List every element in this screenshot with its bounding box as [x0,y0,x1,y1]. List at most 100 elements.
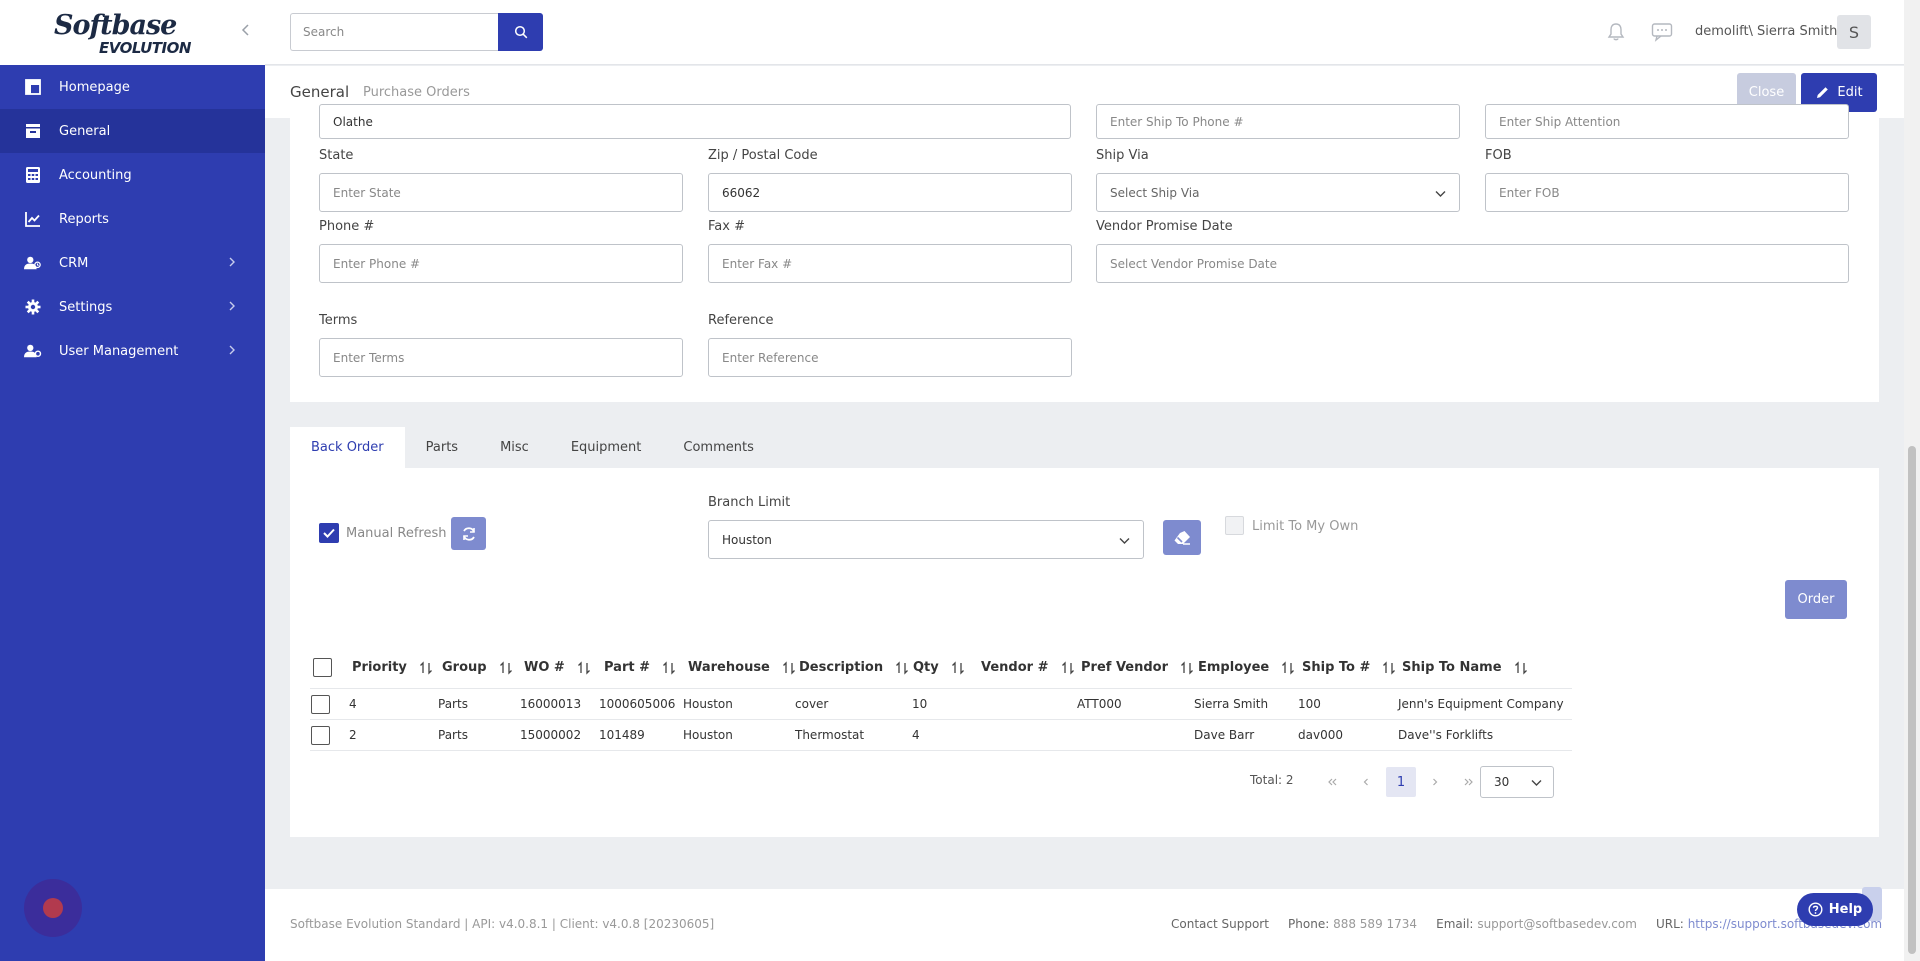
manual-refresh-label: Manual Refresh [346,526,447,541]
tab-comments[interactable]: Comments [662,427,774,468]
sort-icon [1383,660,1396,675]
limit-to-my-own-checkbox[interactable] [1225,516,1244,535]
col-header-group[interactable]: Group [442,660,513,675]
gear-icon [24,298,42,316]
footer: Softbase Evolution Standard | API: v4.0.… [265,889,1904,961]
col-header-vendor[interactable]: Vendor # [981,660,1075,675]
chevron-right-icon [229,345,235,355]
pager-total: Total: 2 [1250,773,1294,787]
cell-warehouse: Houston [683,728,733,742]
row-checkbox[interactable] [311,726,330,745]
cell-description: cover [795,697,829,711]
manual-refresh-checkbox[interactable] [319,523,339,543]
cell-group: Parts [438,697,468,711]
tab-equipment[interactable]: Equipment [550,427,663,468]
col-header-qty[interactable]: Qty [913,660,965,675]
fob-field[interactable] [1485,173,1849,212]
col-header-employee[interactable]: Employee [1198,660,1295,675]
sidebar-item-user-management[interactable]: User Management [0,329,265,373]
search-input[interactable] [290,13,498,51]
col-header-wo[interactable]: WO # [524,660,591,675]
order-button[interactable]: Order [1785,580,1847,619]
bell-icon[interactable] [1606,22,1626,42]
reference-label: Reference [708,313,774,328]
help-label: Help [1828,902,1863,917]
ship-to-phone-field[interactable] [1096,104,1460,139]
logo[interactable]: Softbase EVOLUTION [54,10,204,60]
limit-to-my-own-label: Limit To My Own [1252,519,1359,534]
branch-limit-select[interactable]: Houston [708,520,1144,559]
chat-icon[interactable] [1651,22,1673,42]
support-email[interactable]: support@softbasedev.com [1477,917,1637,931]
avatar[interactable]: S [1837,15,1871,49]
collapse-sidebar-icon[interactable] [236,22,256,42]
help-button[interactable]: Help [1797,893,1873,926]
col-header-description[interactable]: Description [799,660,909,675]
breadcrumb-purchase-orders[interactable]: Purchase Orders [363,85,470,100]
vendor-promise-date-label: Vendor Promise Date [1096,219,1233,234]
fax-field[interactable] [708,244,1072,283]
sidebar-item-label: Homepage [59,79,130,95]
reference-field[interactable] [708,338,1072,377]
refresh-icon [462,526,475,541]
phone-field[interactable] [319,244,683,283]
city-field[interactable] [319,104,1071,139]
col-header-part[interactable]: Part # [604,660,676,675]
grid-icon [24,78,42,96]
refresh-button[interactable] [451,517,486,550]
chevron-right-icon [1433,778,1438,786]
tab-back-order[interactable]: Back Order [290,427,405,468]
double-chevron-left-icon [1328,778,1337,786]
cell-priority: 2 [349,728,357,742]
search-icon [514,25,527,39]
prev-page-button[interactable] [1351,767,1381,797]
ship-via-select[interactable]: Select Ship Via [1096,173,1460,212]
select-all-checkbox[interactable] [313,658,332,677]
tab-parts[interactable]: Parts [405,427,479,468]
cell-ship-to: 100 [1298,697,1321,711]
sidebar-item-label: Settings [59,299,113,315]
scrollbar-thumb[interactable] [1908,446,1916,954]
sort-icon [1514,660,1527,675]
cell-ship-to-name: Jenn's Equipment Company [1398,697,1564,711]
terms-field[interactable] [319,338,683,377]
sidebar-item-settings[interactable]: Settings [0,285,265,329]
tab-misc[interactable]: Misc [479,427,550,468]
col-header-warehouse[interactable]: Warehouse [688,660,796,675]
zip-field[interactable] [708,173,1072,212]
sidebar-item-general[interactable]: General [0,109,265,153]
col-header-priority[interactable]: Priority [352,660,433,675]
search-button[interactable] [498,13,543,51]
col-header-pref-vendor[interactable]: Pref Vendor [1081,660,1194,675]
sidebar-item-crm[interactable]: CRM [0,241,265,285]
first-page-button[interactable] [1317,767,1347,797]
row-checkbox[interactable] [311,695,330,714]
chevron-down-icon [1119,538,1130,544]
cell-part: 101489 [599,728,645,742]
chart-icon [24,210,42,228]
cell-qty: 4 [912,728,920,742]
page-scrollbar[interactable] [1904,0,1920,961]
chevron-down-icon [1531,780,1542,786]
sidebar-item-accounting[interactable]: Accounting [0,153,265,197]
cell-ship-to-name: Dave''s Forklifts [1398,728,1494,742]
sort-icon [896,660,909,675]
username[interactable]: demolift\ Sierra Smith [1695,24,1837,39]
double-chevron-right-icon [1464,778,1473,786]
detail-tabs: Back Order Parts Misc Equipment Comments [290,427,775,468]
vendor-promise-date-field[interactable] [1096,244,1849,283]
next-page-button[interactable] [1420,767,1450,797]
topbar: demolift\ Sierra Smith S [265,0,1904,65]
sidebar-item-homepage[interactable]: Homepage [0,65,265,109]
col-header-ship-to[interactable]: Ship To # [1302,660,1396,675]
page-size-select[interactable]: 30 [1480,766,1554,798]
ship-attention-field[interactable] [1485,104,1849,139]
clear-branch-button[interactable] [1163,520,1201,555]
chat-bubble-button[interactable] [24,879,82,937]
version-info: Softbase Evolution Standard | API: v4.0.… [290,917,715,931]
page-number[interactable]: 1 [1386,767,1416,797]
state-field[interactable] [319,173,683,212]
breadcrumb-general[interactable]: General [290,83,349,101]
col-header-ship-to-name[interactable]: Ship To Name [1402,660,1528,675]
sidebar-item-reports[interactable]: Reports [0,197,265,241]
